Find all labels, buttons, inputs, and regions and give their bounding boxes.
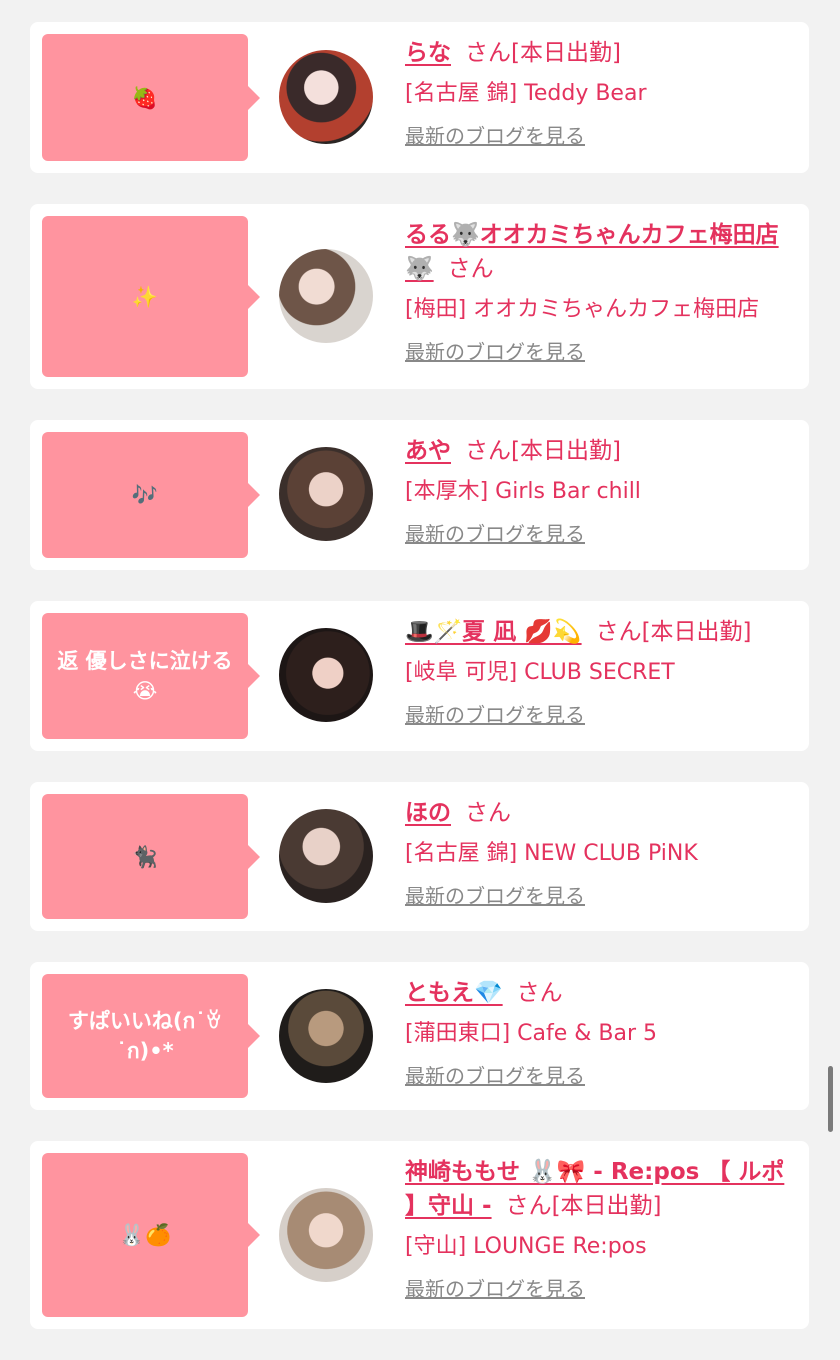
latest-blog-link[interactable]: 最新のブログを見る [405, 338, 585, 366]
list-item: ✨ るる🐺オオカミちゃんカフェ梅田店🐺 さん [梅田] オオカミちゃんカフェ梅田店… [30, 204, 809, 389]
name-line: 🎩🪄夏 凪 💋💫 さん[本日出勤] [405, 615, 801, 649]
honorific-status: さん [447, 256, 494, 282]
honorific-status: さん[本日出勤] [595, 619, 752, 645]
avatar[interactable] [279, 628, 373, 722]
comment-bubble: 🍓 [42, 34, 260, 161]
avatar[interactable] [279, 249, 373, 343]
comment-bubble: 🎶 [42, 432, 260, 558]
post-info: らな さん[本日出勤] [名古屋 錦] Teddy Bear 最新のブログを見る [405, 36, 801, 150]
name-line: らな さん[本日出勤] [405, 36, 801, 70]
shop-label: [名古屋 錦] NEW CLUB PiNK [405, 841, 698, 866]
cast-name-link[interactable]: らな [405, 40, 451, 66]
name-line: あや さん[本日出勤] [405, 434, 801, 468]
comment-bubble: 🐰🍊 [42, 1153, 260, 1317]
post-info: ともえ💎 さん [蒲田東口] Cafe & Bar 5 最新のブログを見る [405, 976, 801, 1090]
shop-label: [名古屋 錦] Teddy Bear [405, 81, 647, 106]
comment-bubble: すぱいいね(ก˙ꈊ˙ก)•* [42, 974, 260, 1098]
avatar[interactable] [279, 50, 373, 144]
latest-blog-link[interactable]: 最新のブログを見る [405, 882, 585, 910]
name-line: 神崎ももせ 🐰🎀 - Re:pos 【 ルポ 】守山 - さん[本日出勤] [405, 1155, 801, 1223]
list-item: 🐰🍊 神崎ももせ 🐰🎀 - Re:pos 【 ルポ 】守山 - さん[本日出勤] … [30, 1141, 809, 1329]
post-info: るる🐺オオカミちゃんカフェ梅田店🐺 さん [梅田] オオカミちゃんカフェ梅田店 最… [405, 218, 801, 366]
latest-blog-link[interactable]: 最新のブログを見る [405, 520, 585, 548]
list-item: 🎶 あや さん[本日出勤] [本厚木] Girls Bar chill 最新のブロ… [30, 420, 809, 570]
latest-blog-link[interactable]: 最新のブログを見る [405, 1062, 585, 1090]
comment-bubble: 返 優しさに泣ける😭 [42, 613, 260, 739]
honorific-status: さん[本日出勤] [465, 438, 621, 464]
post-info: 神崎ももせ 🐰🎀 - Re:pos 【 ルポ 】守山 - さん[本日出勤] [守山… [405, 1155, 801, 1303]
comment-bubble: 🐈‍⬛ [42, 794, 260, 919]
honorific-status: さん[本日出勤] [505, 1193, 662, 1219]
honorific-status: さん [516, 980, 563, 1006]
name-line: るる🐺オオカミちゃんカフェ梅田店🐺 さん [405, 218, 801, 286]
scrollbar[interactable] [828, 1066, 833, 1132]
shop-label: [梅田] オオカミちゃんカフェ梅田店 [405, 297, 760, 322]
avatar[interactable] [279, 989, 373, 1083]
list-item: すぱいいね(ก˙ꈊ˙ก)•* ともえ💎 さん [蒲田東口] Cafe & Bar … [30, 962, 809, 1110]
honorific-status: さん [465, 800, 511, 826]
shop-label: [守山] LOUNGE Re:pos [405, 1234, 647, 1259]
name-line: ともえ💎 さん [405, 976, 801, 1010]
list-item: 🍓 らな さん[本日出勤] [名古屋 錦] Teddy Bear 最新のブログを見… [30, 22, 809, 173]
honorific-status: さん[本日出勤] [465, 40, 621, 66]
cast-name-link[interactable]: あや [405, 438, 451, 464]
list-item: 🐈‍⬛ ほの さん [名古屋 錦] NEW CLUB PiNK 最新のブログを見る [30, 782, 809, 931]
shop-label: [蒲田東口] Cafe & Bar 5 [405, 1021, 658, 1046]
comment-bubble: ✨ [42, 216, 260, 377]
avatar[interactable] [279, 447, 373, 541]
latest-blog-link[interactable]: 最新のブログを見る [405, 701, 585, 729]
post-info: ほの さん [名古屋 錦] NEW CLUB PiNK 最新のブログを見る [405, 796, 801, 910]
shop-label: [岐阜 可児] CLUB SECRET [405, 660, 675, 685]
cast-name-link[interactable]: ほの [405, 800, 451, 826]
latest-blog-link[interactable]: 最新のブログを見る [405, 122, 585, 150]
list-item: 返 優しさに泣ける😭 🎩🪄夏 凪 💋💫 さん[本日出勤] [岐阜 可児] CLUB… [30, 601, 809, 751]
cast-name-link[interactable]: ともえ💎 [405, 980, 503, 1006]
shop-label: [本厚木] Girls Bar chill [405, 479, 641, 504]
post-info: 🎩🪄夏 凪 💋💫 さん[本日出勤] [岐阜 可児] CLUB SECRET 最新の… [405, 615, 801, 729]
post-info: あや さん[本日出勤] [本厚木] Girls Bar chill 最新のブログを… [405, 434, 801, 548]
avatar[interactable] [279, 1188, 373, 1282]
avatar[interactable] [279, 809, 373, 903]
latest-blog-link[interactable]: 最新のブログを見る [405, 1275, 585, 1303]
cast-name-link[interactable]: 🎩🪄夏 凪 💋💫 [405, 619, 582, 645]
name-line: ほの さん [405, 796, 801, 830]
